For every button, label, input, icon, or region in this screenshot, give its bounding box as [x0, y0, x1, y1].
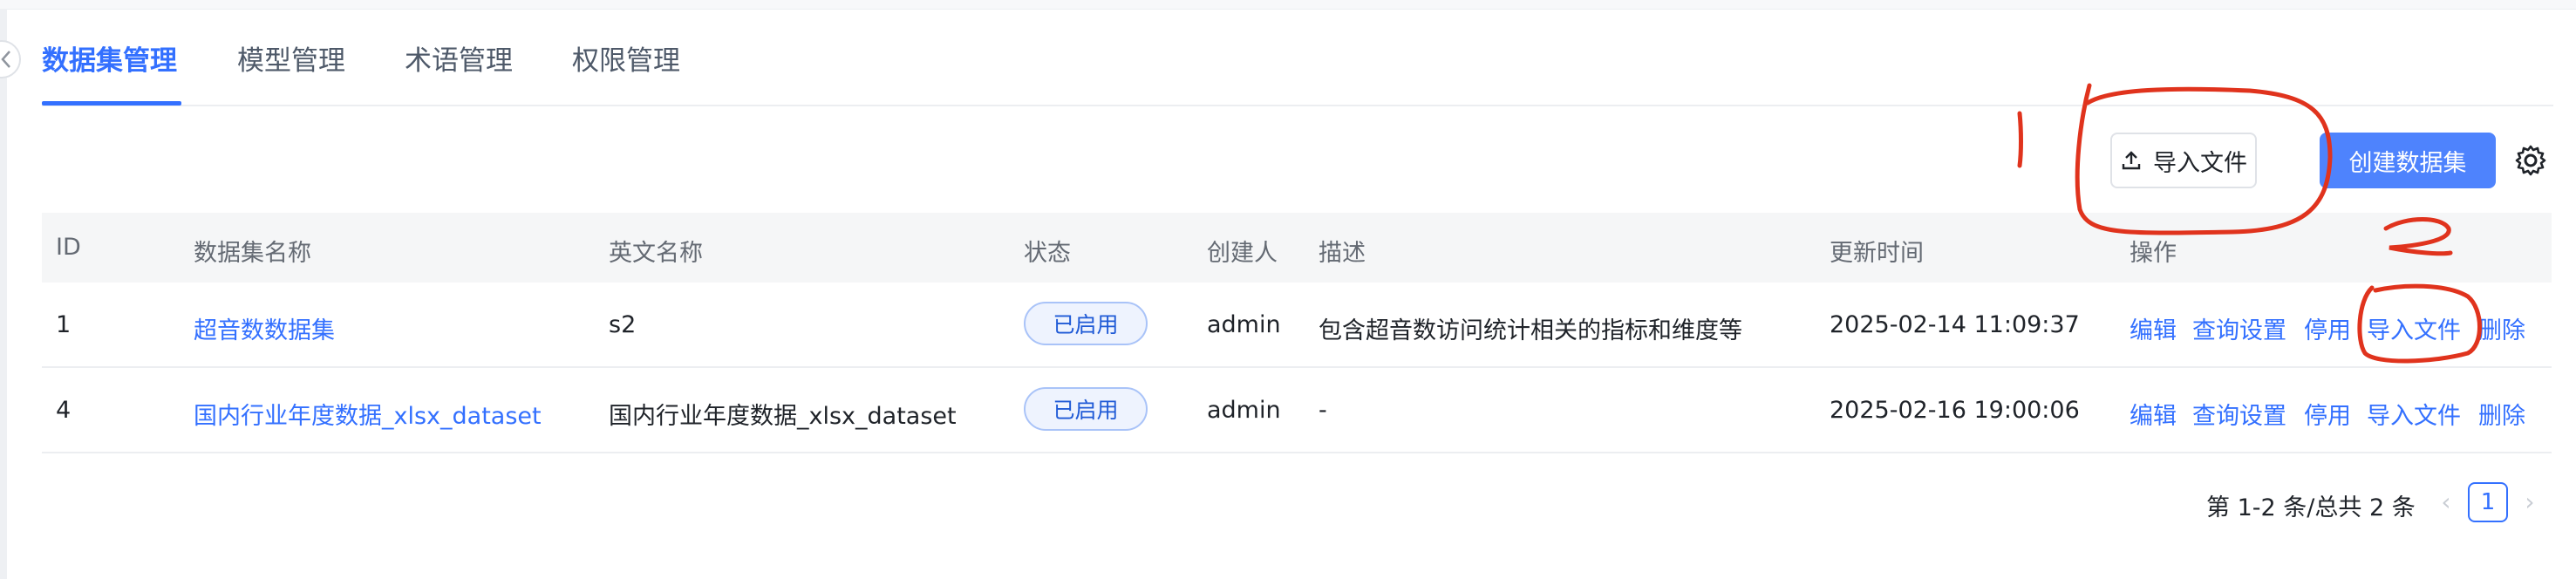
chevron-left-icon — [1, 51, 10, 68]
left-edge — [0, 9, 7, 579]
chevron-right-icon[interactable]: › — [2517, 485, 2543, 520]
upload-icon — [2122, 151, 2141, 170]
import-file-action[interactable]: 导入文件 — [2367, 311, 2461, 345]
create-dataset-label: 创建数据集 — [2348, 149, 2467, 177]
sidebar-collapse-button[interactable] — [0, 40, 21, 78]
column-header-id: ID — [56, 234, 81, 261]
import-file-label: 导入文件 — [2153, 149, 2247, 177]
column-header-name: 数据集名称 — [194, 240, 311, 267]
active-tab-indicator — [42, 101, 181, 106]
chevron-left-icon[interactable]: ‹ — [2433, 485, 2459, 520]
query-settings-action[interactable]: 查询设置 — [2192, 311, 2286, 345]
gear-icon[interactable] — [2513, 143, 2548, 178]
status-badge: 已启用 — [1024, 302, 1148, 345]
import-file-button[interactable]: 导入文件 — [2110, 133, 2257, 188]
tab-dataset-management[interactable]: 数据集管理 — [42, 38, 177, 78]
dataset-name-link[interactable]: 国内行业年度数据_xlsx_dataset — [194, 397, 542, 431]
cell-id: 1 — [56, 311, 72, 338]
dataset-name-link[interactable]: 超音数数据集 — [194, 311, 335, 345]
tab-term-management[interactable]: 术语管理 — [405, 38, 513, 78]
annotation-mark-1-stroke — [2017, 111, 2023, 168]
cell-description: - — [1319, 397, 1327, 424]
disable-action[interactable]: 停用 — [2304, 311, 2351, 345]
query-settings-action[interactable]: 查询设置 — [2192, 397, 2286, 431]
column-header-en-name: 英文名称 — [609, 240, 703, 267]
delete-action[interactable]: 删除 — [2478, 397, 2525, 431]
pagination-total: 第 1-2 条/总共 2 条 — [2206, 494, 2416, 521]
cell-creator: admin — [1207, 311, 1281, 338]
edit-action[interactable]: 编辑 — [2130, 311, 2177, 345]
cell-description: 包含超音数访问统计相关的指标和维度等 — [1319, 317, 1742, 344]
page: 数据集管理 模型管理 术语管理 权限管理 导入文件 创建数据集 ID 数据集名称… — [0, 0, 2576, 579]
cell-en-name: s2 — [609, 311, 637, 338]
edit-action[interactable]: 编辑 — [2130, 397, 2177, 431]
column-header-description: 描述 — [1319, 240, 1366, 267]
cell-en-name: 国内行业年度数据_xlsx_dataset — [609, 403, 957, 430]
tab-bar: 数据集管理 模型管理 术语管理 权限管理 — [42, 0, 2553, 106]
status-badge: 已启用 — [1024, 387, 1148, 431]
cell-id: 4 — [56, 397, 72, 424]
table-header: ID 数据集名称 英文名称 状态 创建人 描述 更新时间 操作 — [42, 213, 2552, 283]
column-header-actions: 操作 — [2130, 240, 2177, 267]
cell-updated: 2025-02-16 19:00:06 — [1830, 397, 2080, 424]
column-header-creator: 创建人 — [1207, 240, 1278, 267]
tab-permission-management[interactable]: 权限管理 — [572, 38, 680, 78]
column-header-updated: 更新时间 — [1830, 240, 1924, 267]
cell-updated: 2025-02-14 11:09:37 — [1830, 311, 2080, 338]
import-file-action[interactable]: 导入文件 — [2367, 397, 2461, 431]
create-dataset-button[interactable]: 创建数据集 — [2320, 133, 2496, 188]
column-header-status: 状态 — [1024, 240, 1071, 267]
disable-action[interactable]: 停用 — [2304, 397, 2351, 431]
tab-model-management[interactable]: 模型管理 — [237, 38, 345, 78]
table-row: 1 超音数数据集 s2 已启用 admin 包含超音数访问统计相关的指标和维度等… — [42, 283, 2552, 368]
table-row: 4 国内行业年度数据_xlsx_dataset 国内行业年度数据_xlsx_da… — [42, 368, 2552, 453]
pagination-page-1[interactable]: 1 — [2468, 482, 2508, 522]
cell-creator: admin — [1207, 397, 1281, 424]
delete-action[interactable]: 删除 — [2478, 311, 2525, 345]
